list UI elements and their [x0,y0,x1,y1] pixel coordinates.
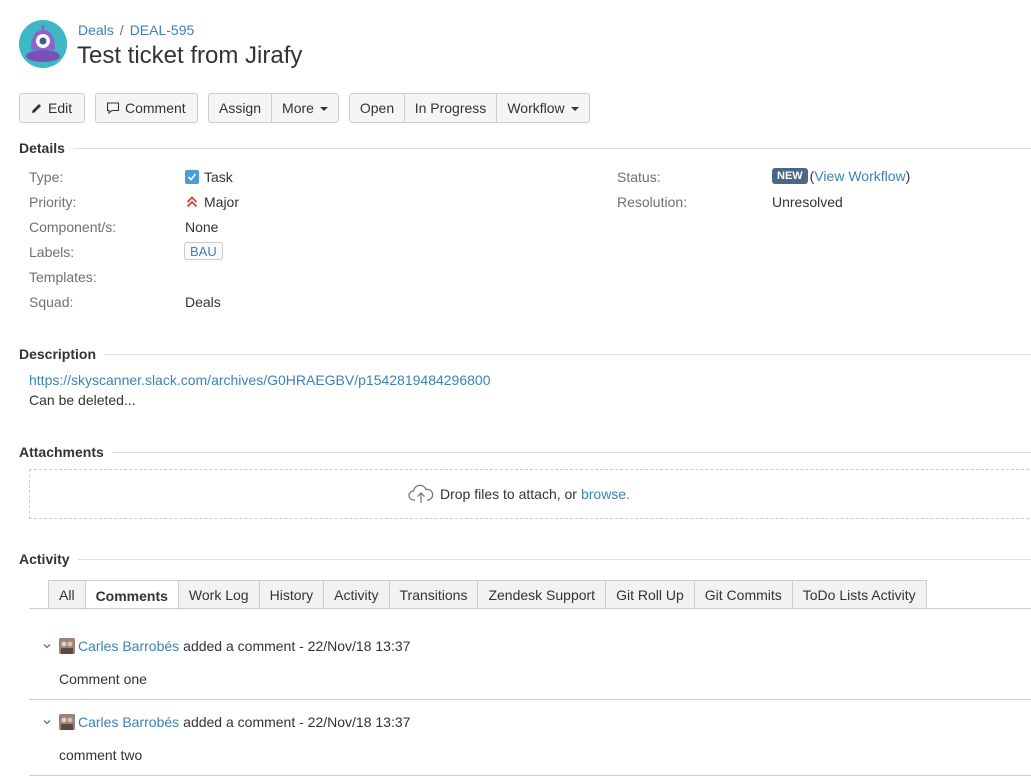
tab-activity[interactable]: Activity [323,580,390,609]
breadcrumb-separator: / [119,22,124,38]
status-badge: NEW [772,168,808,184]
details-heading: Details [19,140,73,156]
paren-close: ) [905,168,911,184]
edit-button-label: Edit [48,100,73,116]
details-section-header[interactable]: Details [19,140,1031,156]
resolution-value: Unresolved [772,194,843,210]
tabs-divider [29,608,1031,609]
comment-button-label: Comment [125,100,186,116]
tab-git-roll-up[interactable]: Git Roll Up [605,580,695,609]
comment-action: added a comment - 22/Nov/18 13:37 [183,714,411,730]
attachments-divider [19,452,1031,453]
more-button-label: More [282,100,314,116]
label-chip-bau[interactable]: BAU [184,242,223,260]
attachments-section-header[interactable]: Attachments [19,444,1031,460]
cloud-upload-icon [408,484,434,503]
assign-more-group: Assign More [208,93,339,123]
comment-body: Comment one [59,671,147,687]
description-divider [19,354,1031,355]
priority-value-text: Major [204,194,240,210]
comment-author-link[interactable]: Carles Barrobés [78,714,179,730]
description-link[interactable]: https://skyscanner.slack.com/archives/G0… [29,372,490,388]
tab-zendesk-support[interactable]: Zendesk Support [477,580,607,609]
workflow-button-label: Workflow [507,100,565,116]
open-button[interactable]: Open [349,93,405,123]
pencil-icon [32,103,41,113]
browse-link[interactable]: browse. [581,486,630,502]
avatar[interactable] [59,638,75,654]
components-label: Component/s: [29,219,117,235]
more-button[interactable]: More [271,93,339,123]
comment-header: Carles Barrobés added a comment - 22/Nov… [43,713,410,731]
activity-heading: Activity [19,551,78,567]
status-label: Status: [617,169,661,185]
components-value: None [185,219,219,235]
type-value-text: Task [204,169,233,185]
activity-tabs: All Comments Work Log History Activity T… [48,580,927,610]
priority-label: Priority: [29,194,77,210]
comment-action: added a comment - 22/Nov/18 13:37 [183,638,411,654]
drop-text: Drop files to attach, or [440,486,577,502]
checkbox-icon [185,170,199,184]
description-heading: Description [19,346,105,362]
tab-comments[interactable]: Comments [84,580,179,610]
attachments-heading: Attachments [19,444,112,460]
type-label: Type: [29,169,64,185]
in-progress-button[interactable]: In Progress [404,93,497,123]
page-title[interactable]: Test ticket from Jirafy [77,42,302,70]
project-avatar[interactable] [19,20,67,68]
comment-divider [29,699,1031,700]
comment-divider [29,775,1031,776]
assign-button[interactable]: Assign [208,93,272,123]
caret-down-icon [319,107,328,111]
activity-divider [19,559,1031,560]
labels-value: BAU [184,242,223,260]
breadcrumb-issue-key-link[interactable]: DEAL-595 [130,22,195,38]
attachment-dropzone[interactable]: Drop files to attach, or browse. [29,469,1031,519]
comment-button[interactable]: Comment [95,93,198,123]
tab-git-commits[interactable]: Git Commits [693,580,793,609]
tab-todo-lists-activity[interactable]: ToDo Lists Activity [791,580,927,609]
double-chevron-up-icon [185,195,199,209]
workflow-button[interactable]: Workflow [496,93,590,123]
chevron-down-icon[interactable] [43,718,51,726]
tab-work-log[interactable]: Work Log [177,580,260,609]
speech-bubble-icon [106,102,120,115]
breadcrumb-project-link[interactable]: Deals [78,22,114,38]
alien-avatar-icon [19,20,67,68]
activity-section-header[interactable]: Activity [19,551,1031,567]
resolution-label: Resolution: [617,194,688,210]
templates-label: Templates: [29,269,97,285]
description-text: Can be deleted... [29,392,136,408]
tab-all[interactable]: All [48,580,86,609]
type-value: Task [185,169,233,185]
labels-label: Labels: [29,244,75,260]
chevron-down-icon[interactable] [43,642,51,650]
comment-body: comment two [59,747,143,763]
comment-header: Carles Barrobés added a comment - 22/Nov… [43,637,410,655]
edit-button[interactable]: Edit [19,93,85,123]
details-divider [19,148,1031,149]
avatar[interactable] [59,714,75,730]
squad-value: Deals [185,294,221,310]
breadcrumb: Deals / DEAL-595 [78,22,194,38]
description-section-header[interactable]: Description [19,346,1031,362]
comment-author-link[interactable]: Carles Barrobés [78,638,179,654]
tab-transitions[interactable]: Transitions [388,580,479,609]
view-workflow-link[interactable]: View Workflow [814,168,905,184]
priority-value: Major [185,194,239,210]
workflow-group: Open In Progress Workflow [349,93,590,123]
status-value: NEW (View Workflow) [772,168,910,184]
tab-history[interactable]: History [258,580,325,609]
caret-down-icon [570,107,579,111]
squad-label: Squad: [29,294,74,310]
